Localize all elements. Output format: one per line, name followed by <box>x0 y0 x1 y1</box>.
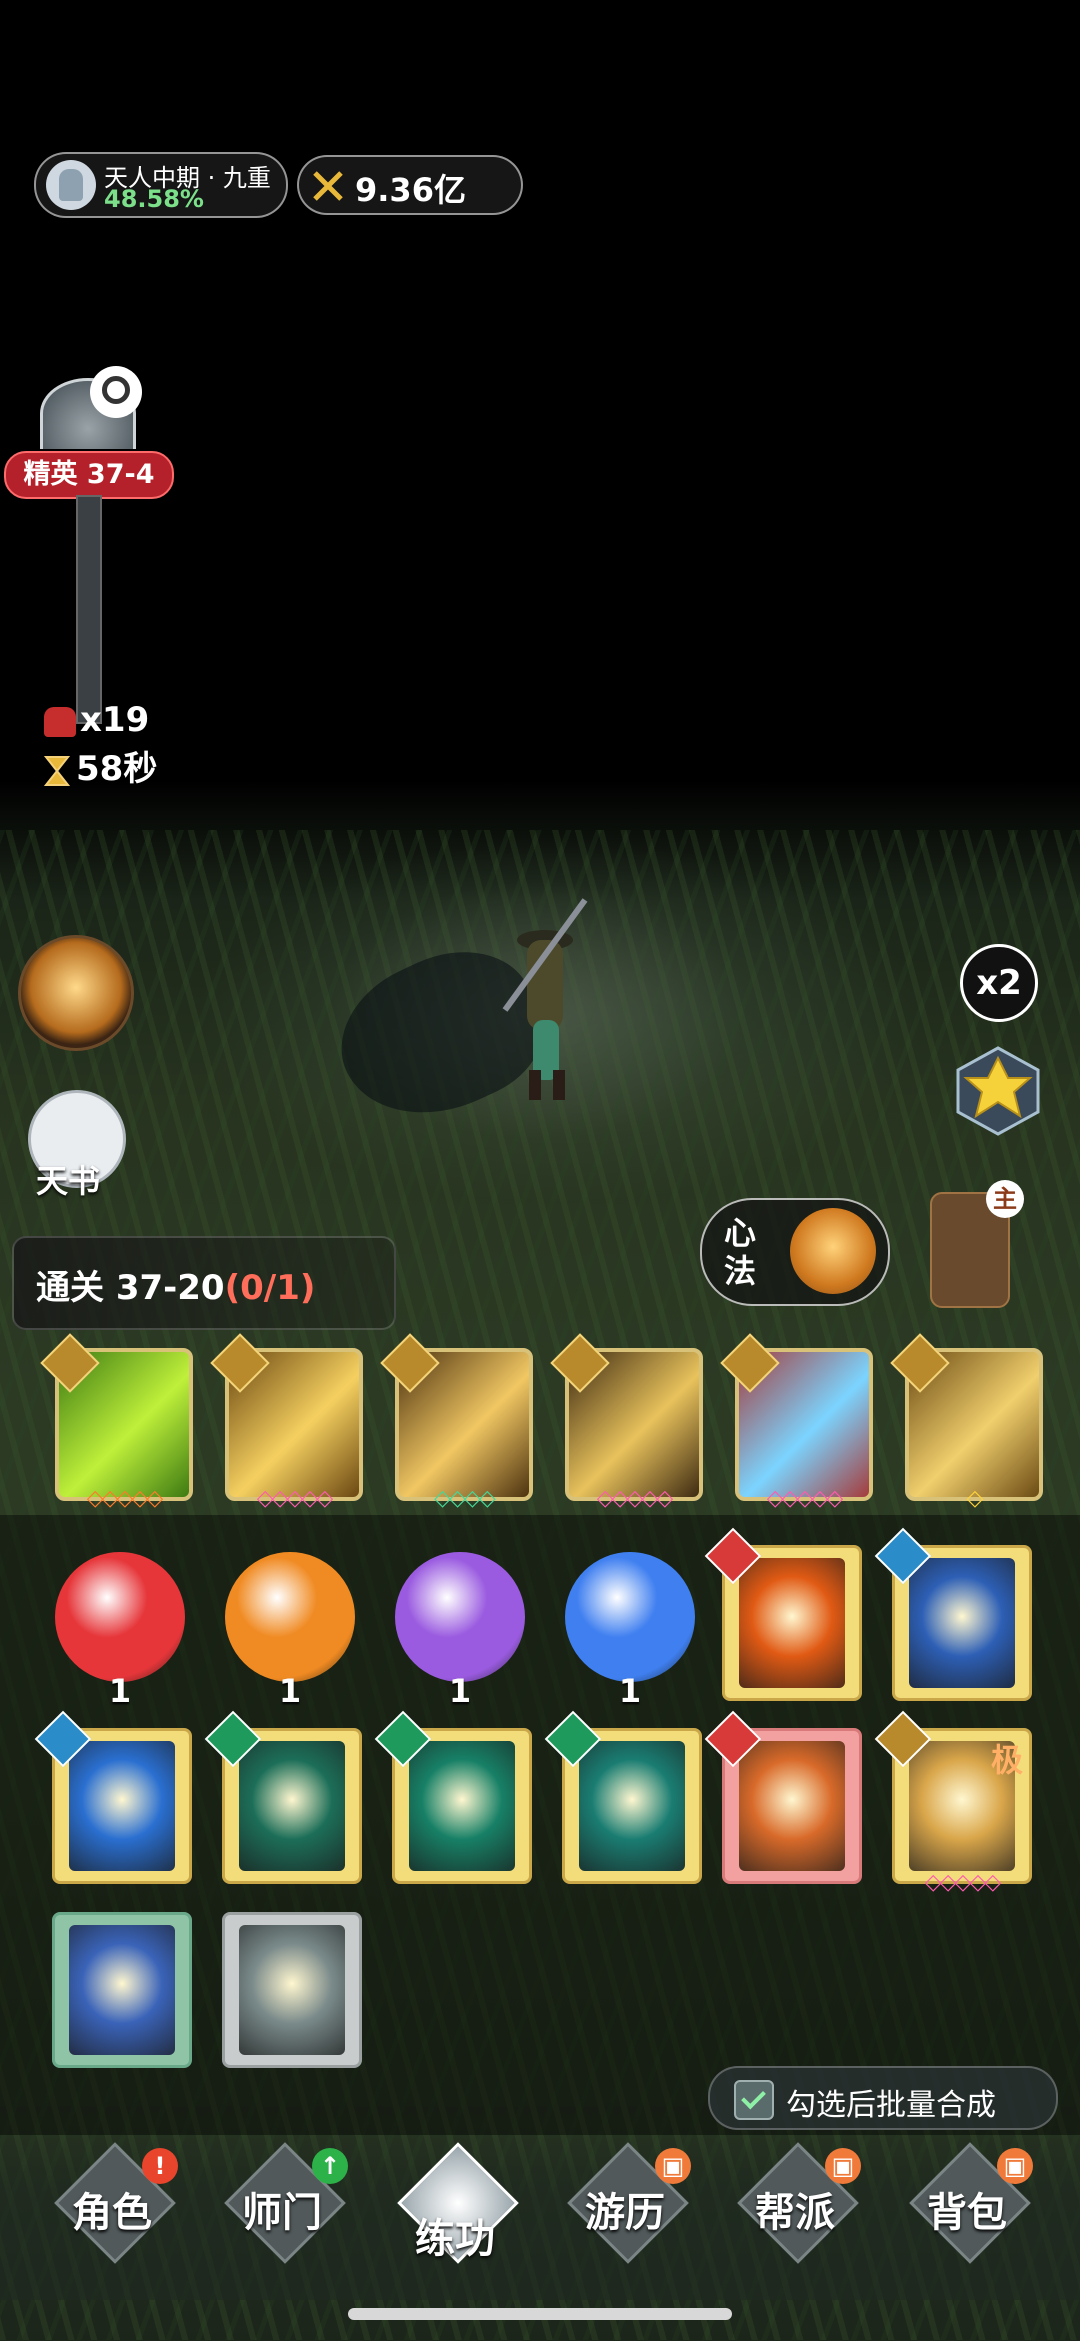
blue-lightning-book[interactable] <box>34 1710 192 1884</box>
home-indicator <box>348 2308 732 2320</box>
quest-tracker[interactable]: 通关 37-20(0/1) <box>12 1236 396 1330</box>
hourglass-icon <box>44 755 70 786</box>
red-orb[interactable]: 1 <box>55 1552 185 1710</box>
nav-label: 游历 <box>585 2190 665 2236</box>
golden-blade-skill[interactable]: ◇ <box>890 1333 1043 1511</box>
book-art <box>739 1558 845 1688</box>
nav-label: 角色 <box>72 2190 152 2236</box>
book-art <box>69 1741 175 1871</box>
batch-checkbox[interactable] <box>734 2080 774 2120</box>
orb-count: 1 <box>108 1672 132 1710</box>
book-art <box>409 1741 515 1871</box>
nav-tab-4[interactable]: 帮派 ▣ <box>710 2142 880 2280</box>
timer-value: 58秒 <box>76 749 158 789</box>
enemy-count-value: x19 <box>80 700 150 740</box>
book-art <box>579 1741 685 1871</box>
stage-progress-bar <box>76 495 102 724</box>
comet-skill[interactable]: ◇◇◇◇◇ <box>720 1333 873 1511</box>
orange-orb[interactable]: 1 <box>225 1552 355 1710</box>
hexagram-star-button[interactable] <box>948 1040 1048 1140</box>
nav-tab-1[interactable]: 师门 ↑ <box>197 2142 367 2280</box>
golden-strike-skill[interactable]: ◇◇◇◇ <box>380 1333 533 1511</box>
skill-stars: ◇◇◇◇◇ <box>86 1486 164 1511</box>
book-art <box>239 1741 345 1871</box>
nav-tab-2[interactable]: 练功 <box>370 2142 540 2280</box>
nav-label: 练功 <box>415 2216 495 2262</box>
batch-synthesis-toggle[interactable]: 勾选后批量合成 <box>708 2066 1058 2130</box>
green-wind-skill[interactable]: ◇◇◇◇◇ <box>40 1333 193 1511</box>
book-art <box>909 1558 1015 1688</box>
demon-icon <box>44 706 76 737</box>
skill-stars: ◇ <box>966 1486 984 1511</box>
nav-label: 师门 <box>242 2190 322 2236</box>
blue-orb[interactable]: 1 <box>565 1552 695 1710</box>
skill-stars: ◇◇◇◇◇ <box>256 1486 334 1511</box>
nav-tab-0[interactable]: 角色! <box>27 2142 197 2280</box>
nav-badge-icon: ▣ <box>825 2148 861 2184</box>
golden-blade-book[interactable]: 极 ◇◇◇◇◇ <box>874 1710 1032 1895</box>
orb-count: 1 <box>448 1672 472 1710</box>
hero-character <box>502 898 588 1100</box>
search-icon[interactable] <box>90 366 142 418</box>
nav-badge-icon: ▣ <box>997 2148 1033 2184</box>
main-badge: 主 <box>986 1180 1024 1218</box>
stage-timer: 58秒 <box>44 741 157 790</box>
combat-power[interactable]: 9.36亿 <box>297 155 523 215</box>
jade-claw-book[interactable] <box>374 1710 532 1884</box>
book-art <box>739 1741 845 1871</box>
golden-swords-skill[interactable]: ◇◇◇◇◇ <box>210 1333 363 1511</box>
jade-palm-book[interactable] <box>204 1710 362 1884</box>
taiji-book[interactable] <box>874 1527 1032 1701</box>
silver-fang-book[interactable] <box>222 1912 362 2068</box>
nav-label: 帮派 <box>755 2190 835 2236</box>
treasure-bag-button[interactable] <box>18 935 134 1051</box>
buddha-fire-book[interactable] <box>704 1527 862 1701</box>
speed-x2-button[interactable]: x2 <box>960 944 1038 1022</box>
heart-method-orb-icon <box>790 1208 876 1294</box>
quest-progress: (0/1) <box>224 1268 316 1308</box>
realm-avatar-icon <box>46 160 96 210</box>
quest-text: 通关 37-20(0/1) <box>36 1260 315 1309</box>
stage-label: 精英 37-4 <box>4 451 174 499</box>
quest-title: 通关 37-20 <box>36 1268 225 1308</box>
golden-slash-skill[interactable]: ◇◇◇◇◇ <box>550 1333 703 1511</box>
book-art <box>239 1925 345 2055</box>
nav-label: 背包 <box>927 2190 1007 2236</box>
skill-stars: ◇◇◇◇ <box>434 1486 496 1511</box>
purple-orb[interactable]: 1 <box>395 1552 525 1710</box>
extreme-grade-badge: 极 <box>990 1741 1023 1779</box>
ice-wave-book[interactable] <box>52 1912 192 2068</box>
nav-badge-icon: ↑ <box>312 2148 348 2184</box>
book-stars: ◇◇◇◇◇ <box>924 1870 1002 1895</box>
realm-progress: 48.58% <box>104 185 204 213</box>
heart-method-button[interactable]: 心法 <box>700 1198 890 1306</box>
book-art <box>69 1925 175 2055</box>
nav-tab-3[interactable]: 游历 ▣ <box>540 2142 710 2280</box>
combat-power-value: 9.36亿 <box>355 171 466 209</box>
nav-badge-icon: ! <box>142 2148 178 2184</box>
skill-stars: ◇◇◇◇◇ <box>766 1486 844 1511</box>
orb-count: 1 <box>618 1672 642 1710</box>
nav-tab-5[interactable]: 背包 ▣ <box>882 2142 1052 2280</box>
heavenly-book-label: 天书 <box>36 1162 101 1200</box>
orb-count: 1 <box>278 1672 302 1710</box>
fire-palms-book[interactable] <box>704 1710 862 1884</box>
crossed-swords-icon <box>313 171 343 201</box>
enemy-count: x19 <box>44 700 149 740</box>
heart-method-label: 心法 <box>724 1214 757 1290</box>
batch-label: 勾选后批量合成 <box>786 2088 996 2123</box>
nav-badge-icon: ▣ <box>655 2148 691 2184</box>
skill-stars: ◇◇◇◇◇ <box>596 1486 674 1511</box>
realm-status[interactable]: 天人中期 · 九重 48.58% <box>34 152 288 218</box>
jade-hand-book[interactable] <box>544 1710 702 1884</box>
